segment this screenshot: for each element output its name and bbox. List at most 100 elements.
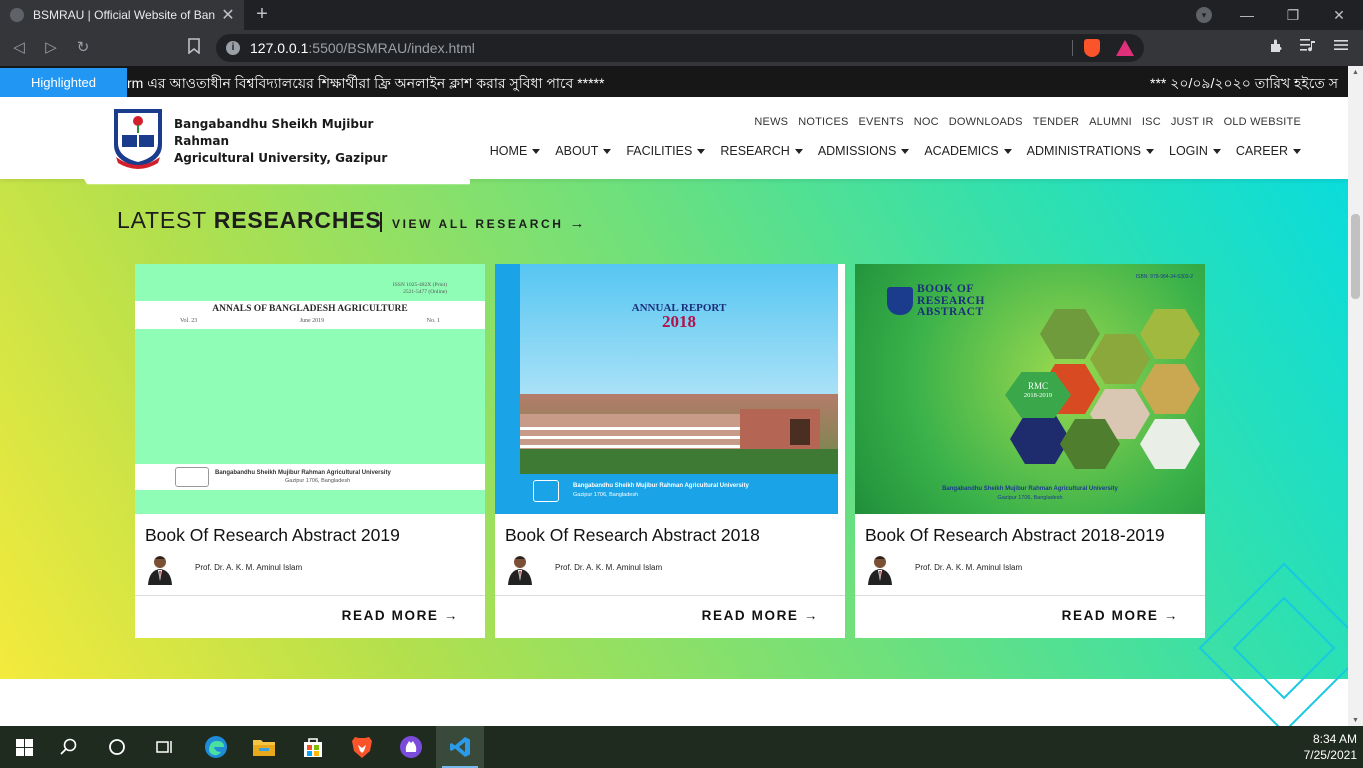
ticker-text[interactable]: rm এর আওতাধীন বিশ্ববিদ্যালয়ের শিক্ষার্থ… (127, 72, 604, 96)
author-name: Prof. Dr. A. K. M. Aminul Islam (555, 563, 663, 572)
menu-icon[interactable] (1331, 38, 1351, 58)
close-window-icon[interactable]: ✕ (1316, 0, 1362, 30)
university-crest-icon[interactable] (110, 107, 166, 169)
brave-shields-icon[interactable] (1084, 39, 1100, 57)
university-name[interactable]: Bangabandhu Sheikh Mujibur Rahman Agricu… (174, 116, 424, 167)
nav-career[interactable]: CAREER (1236, 144, 1301, 158)
author-avatar (866, 553, 894, 585)
research-cover-image[interactable]: ANNUAL REPORT 2018 Bangabandhu Sheikh Mu… (495, 264, 845, 514)
chevron-down-icon (1212, 149, 1221, 155)
microsoft-store-icon[interactable] (289, 726, 337, 768)
windows-taskbar: 8:34 AM 7/25/2021 (0, 726, 1363, 768)
top-nav-noc[interactable]: NOC (914, 116, 939, 128)
page-scrollbar[interactable]: ▲ ▼ (1348, 66, 1363, 726)
tab-search-icon[interactable]: ▾ (1196, 7, 1212, 23)
research-cover-image[interactable]: ISSN 1025-482X (Print) 2521-5477 (Online… (135, 264, 485, 514)
globe-icon (10, 8, 24, 22)
view-all-research-link[interactable]: VIEW ALL RESEARCH → (392, 215, 587, 232)
restore-icon[interactable]: ❐ (1270, 0, 1316, 30)
site-info-icon[interactable]: i (226, 41, 240, 55)
nav-academics[interactable]: ACADEMICS (924, 144, 1012, 158)
chevron-down-icon (794, 149, 803, 155)
back-icon[interactable]: ◁ (9, 38, 29, 58)
brave-browser-icon[interactable] (338, 726, 386, 768)
university-name-line1: Bangabandhu Sheikh Mujibur Rahman (174, 117, 374, 148)
research-card[interactable]: ISSN 1025-482X (Print) 2521-5477 (Online… (135, 264, 485, 638)
author-name: Prof. Dr. A. K. M. Aminul Islam (915, 563, 1023, 572)
nav-login[interactable]: LOGIN (1169, 144, 1221, 158)
nav-about[interactable]: ABOUT (555, 144, 612, 158)
url-text[interactable]: 127.0.0.1:5500/BSMRAU/index.html (250, 40, 475, 56)
address-bar[interactable]: i 127.0.0.1:5500/BSMRAU/index.html (216, 34, 1144, 62)
chevron-down-icon (532, 149, 541, 155)
research-title[interactable]: Book Of Research Abstract 2018 (505, 525, 760, 546)
top-nav-alumni[interactable]: ALUMNI (1089, 116, 1132, 128)
ticker-text-continued[interactable]: *** ২০/০৯/২০২০ তারিখ হইতে স (1150, 72, 1338, 96)
top-nav-downloads[interactable]: DOWNLOADS (949, 116, 1023, 128)
chevron-down-icon (603, 149, 612, 155)
chevron-down-icon (901, 149, 910, 155)
research-card[interactable]: ANNUAL REPORT 2018 Bangabandhu Sheikh Mu… (495, 264, 845, 638)
read-more-button[interactable]: READ MORE → (1062, 608, 1179, 623)
nav-admissions[interactable]: ADMISSIONS (818, 144, 910, 158)
minimize-icon[interactable]: — (1224, 0, 1270, 30)
edge-icon[interactable] (192, 726, 240, 768)
site-header: Bangabandhu Sheikh Mujibur Rahman Agricu… (0, 97, 1348, 185)
nav-home[interactable]: HOME (490, 144, 541, 158)
section-title-divider (380, 212, 382, 232)
top-nav-isc[interactable]: ISC (1142, 116, 1161, 128)
browser-tab-strip: BSMRAU | Official Website of Ban ✕ + ▾ —… (0, 0, 1363, 30)
next-section (0, 679, 1348, 726)
university-name-line2: Agricultural University, Gazipur (174, 151, 388, 165)
system-clock[interactable]: 8:34 AM 7/25/2021 (1304, 731, 1357, 763)
top-nav-notices[interactable]: NOTICES (798, 116, 848, 128)
vscode-icon[interactable] (436, 726, 484, 768)
scroll-down-icon[interactable]: ▼ (1351, 717, 1360, 724)
search-icon[interactable] (45, 726, 93, 768)
close-tab-icon[interactable]: ✕ (218, 5, 238, 25)
ticker-label: Highlighted (0, 68, 127, 97)
browser-tab[interactable]: BSMRAU | Official Website of Ban ✕ (0, 0, 244, 30)
arrow-right-icon: → (1163, 608, 1179, 623)
latest-researches-section: LATEST RESEARCHES VIEW ALL RESEARCH → IS… (0, 179, 1348, 679)
github-desktop-icon[interactable] (387, 726, 435, 768)
decorative-diamond-icon (1198, 562, 1348, 726)
read-more-button[interactable]: READ MORE → (702, 608, 819, 623)
read-more-button[interactable]: READ MORE → (342, 608, 459, 623)
chevron-down-icon (1146, 149, 1154, 155)
research-title[interactable]: Book Of Research Abstract 2019 (145, 525, 400, 546)
top-nav-old-website[interactable]: OLD WEBSITE (1224, 116, 1301, 128)
author-avatar (146, 553, 174, 585)
nav-facilities[interactable]: FACILITIES (626, 144, 706, 158)
research-cover-image[interactable]: ISBN: 978-984-34-5303-2 BOOK OF RESEARCH… (855, 264, 1205, 514)
task-view-icon[interactable] (141, 726, 189, 768)
media-controls-icon[interactable] (1298, 38, 1318, 58)
new-tab-button[interactable]: + (252, 4, 272, 24)
bookmark-icon[interactable] (184, 38, 204, 58)
top-nav-just-ir[interactable]: JUST IR (1171, 116, 1214, 128)
chevron-down-icon (1003, 149, 1012, 155)
top-nav-tender[interactable]: TENDER (1033, 116, 1079, 128)
forward-icon[interactable]: ▷ (41, 38, 61, 58)
news-ticker: rm এর আওতাধীন বিশ্ববিদ্যালয়ের শিক্ষার্থ… (0, 66, 1348, 97)
extensions-icon[interactable] (1266, 38, 1286, 58)
cortana-icon[interactable] (93, 726, 141, 768)
research-card[interactable]: ISBN: 978-984-34-5303-2 BOOK OF RESEARCH… (855, 264, 1205, 638)
brave-rewards-icon[interactable] (1116, 40, 1134, 56)
windows-start-icon[interactable] (0, 726, 48, 768)
file-explorer-icon[interactable] (240, 726, 288, 768)
reload-icon[interactable]: ↻ (73, 38, 93, 58)
nav-administrations[interactable]: ADMINISTRATIONS (1027, 144, 1154, 158)
top-nav-news[interactable]: NEWS (754, 116, 788, 128)
chevron-down-icon (1293, 149, 1301, 155)
nav-research[interactable]: RESEARCH (720, 144, 803, 158)
research-title[interactable]: Book Of Research Abstract 2018-2019 (865, 525, 1165, 546)
card-divider (855, 595, 1205, 596)
page-viewport: rm এর আওতাধীন বিশ্ববিদ্যালয়ের শিক্ষার্থ… (0, 66, 1348, 726)
arrow-right-icon: → (569, 215, 588, 232)
author-avatar (506, 553, 534, 585)
scroll-up-icon[interactable]: ▲ (1351, 69, 1360, 76)
top-nav-events[interactable]: EVENTS (859, 116, 904, 128)
scrollbar-thumb[interactable] (1351, 214, 1360, 299)
card-divider (135, 595, 485, 596)
